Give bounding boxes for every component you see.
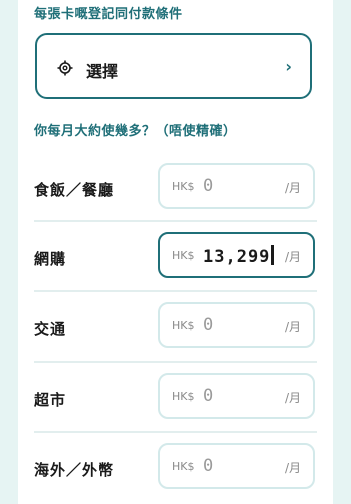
amount-value-wrap: 13,299 xyxy=(203,245,275,267)
select-button-label: 選擇 xyxy=(86,62,119,81)
amount-value: 0 xyxy=(203,386,215,406)
per-month-suffix: /月 xyxy=(284,391,301,405)
row-divider xyxy=(34,361,317,363)
select-card-conditions-button[interactable]: 選擇 › xyxy=(35,33,312,99)
per-month-suffix: /月 xyxy=(284,320,301,334)
spending-row-transport: 交通 HK$ 0 /月 xyxy=(18,290,333,360)
category-label: 海外／外幣 xyxy=(34,461,115,479)
amount-value: 0 xyxy=(203,176,215,196)
currency-prefix: HK$ xyxy=(172,249,195,262)
spending-row-overseas: 海外／外幣 HK$ 0 /月 xyxy=(18,431,333,501)
row-divider xyxy=(34,431,317,433)
text-caret xyxy=(271,245,275,265)
amount-value: 0 xyxy=(203,456,215,476)
amount-input-overseas[interactable]: HK$ 0 /月 xyxy=(158,443,315,489)
amount-input-supermarket[interactable]: HK$ 0 /月 xyxy=(158,373,315,419)
currency-prefix: HK$ xyxy=(172,180,195,193)
spending-form-card: 每張卡嘅登記同付款條件 選擇 › 你每月大約使幾多？（唔使精確） 食飯／餐廳 H… xyxy=(18,0,333,504)
amount-value: 0 xyxy=(203,315,215,335)
amount-input-online[interactable]: HK$ 13,299 /月 xyxy=(158,232,315,278)
spending-question: 你每月大約使幾多？（唔使精確） xyxy=(34,124,237,139)
row-divider xyxy=(34,290,317,292)
section-title: 每張卡嘅登記同付款條件 xyxy=(34,7,183,22)
category-label: 食飯／餐廳 xyxy=(34,181,115,199)
category-label: 超市 xyxy=(34,391,67,409)
spending-row-dining: 食飯／餐廳 HK$ 0 /月 xyxy=(18,151,333,221)
currency-prefix: HK$ xyxy=(172,460,195,473)
per-month-suffix: /月 xyxy=(284,181,301,195)
category-label: 網購 xyxy=(34,250,67,268)
per-month-suffix: /月 xyxy=(284,250,301,264)
chevron-right-icon: › xyxy=(285,57,292,76)
per-month-suffix: /月 xyxy=(284,461,301,475)
spending-row-online: 網購 HK$ 13,299 /月 xyxy=(18,220,333,290)
amount-value: 13,299 xyxy=(203,247,271,267)
row-divider xyxy=(34,220,317,222)
spending-row-supermarket: 超市 HK$ 0 /月 xyxy=(18,361,333,431)
amount-input-transport[interactable]: HK$ 0 /月 xyxy=(158,302,315,348)
amount-input-dining[interactable]: HK$ 0 /月 xyxy=(158,163,315,209)
gear-icon xyxy=(57,60,73,76)
currency-prefix: HK$ xyxy=(172,319,195,332)
currency-prefix: HK$ xyxy=(172,390,195,403)
category-label: 交通 xyxy=(34,320,67,338)
